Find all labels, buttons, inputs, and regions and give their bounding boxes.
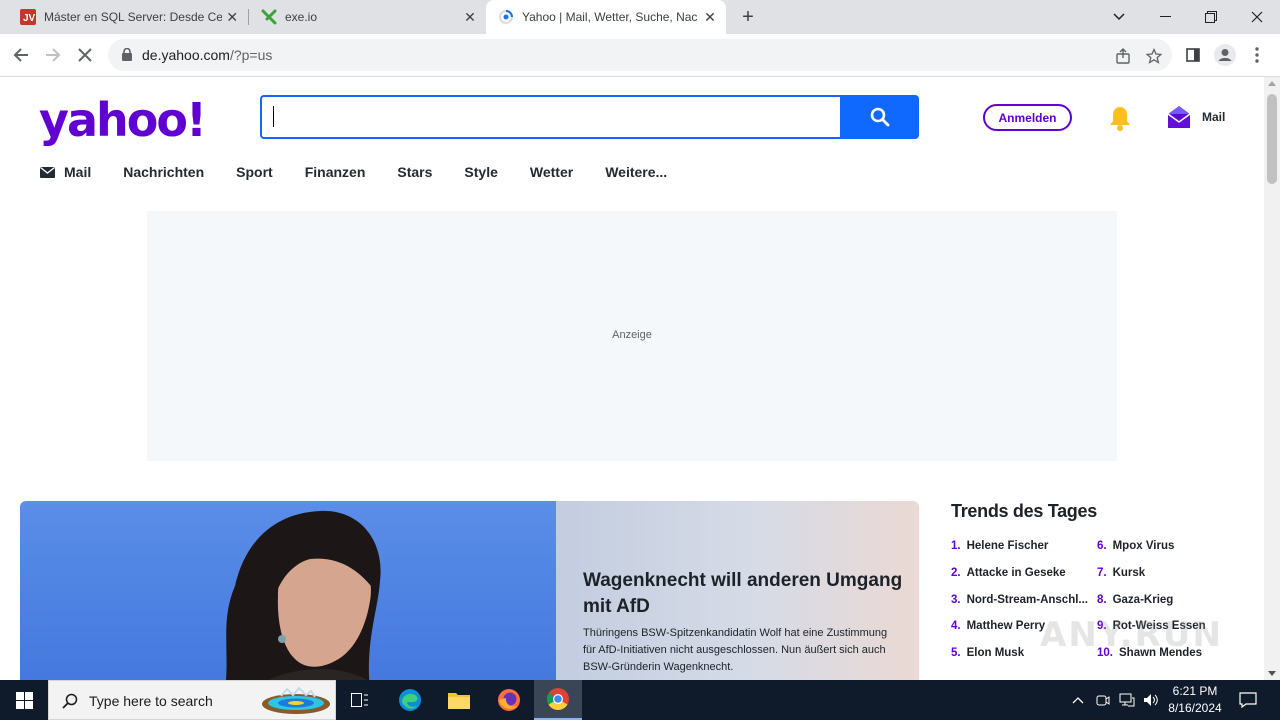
nav-item-wetter[interactable]: Wetter xyxy=(530,164,573,180)
tab-title: Máster en SQL Server: Desde Cer xyxy=(44,10,223,24)
hero-headline[interactable]: Wagenknecht will anderen Umgang mit AfD xyxy=(583,568,903,620)
browser-toolbar: de.yahoo.com/?p=us xyxy=(0,34,1280,77)
nav-item-nachrichten[interactable]: Nachrichten xyxy=(123,164,204,180)
nav-item-sport[interactable]: Sport xyxy=(236,164,273,180)
restore-button[interactable] xyxy=(1188,0,1234,34)
tab-strip: JV Máster en SQL Server: Desde Cer ✕ exe… xyxy=(0,0,1280,34)
meet-now-icon[interactable] xyxy=(1093,680,1113,720)
yahoo-logo[interactable]: yahoo! xyxy=(39,93,207,147)
taskbar-clock[interactable]: 6:21 PM 8/16/2024 xyxy=(1160,683,1230,717)
ad-placeholder[interactable]: Anzeige xyxy=(147,211,1117,461)
page-viewport: yahoo! Anmelden Mail Mail Nachrichten Sp… xyxy=(0,77,1264,680)
network-icon[interactable] xyxy=(1116,680,1138,720)
taskbar-search-placeholder: Type here to search xyxy=(89,693,213,709)
search-input[interactable] xyxy=(260,95,840,139)
nav-item-stars[interactable]: Stars xyxy=(397,164,432,180)
minimize-button[interactable] xyxy=(1142,0,1188,34)
url-path: /?p=us xyxy=(229,47,273,63)
trend-item[interactable]: 2. Attacke in Geseke xyxy=(951,567,1096,579)
task-view-icon[interactable] xyxy=(336,680,384,720)
url-text[interactable]: de.yahoo.com/?p=us xyxy=(142,47,272,63)
nav-item-finanzen[interactable]: Finanzen xyxy=(305,164,366,180)
trend-item[interactable]: 1. Helene Fischer xyxy=(951,540,1096,552)
clock-date: 8/16/2024 xyxy=(1168,701,1222,715)
close-tab-icon[interactable]: ✕ xyxy=(460,7,480,27)
trend-item[interactable]: 7. Kursk xyxy=(1097,567,1242,579)
notification-bell-icon[interactable] xyxy=(1106,104,1134,137)
signin-button[interactable]: Anmelden xyxy=(983,104,1072,131)
hero-image[interactable] xyxy=(20,501,556,680)
udemy-favicon-icon: JV xyxy=(20,9,36,25)
search-icon xyxy=(62,693,78,714)
close-tab-icon[interactable]: ✕ xyxy=(700,7,720,27)
taskbar-search-box[interactable]: Type here to search xyxy=(48,680,336,720)
side-panel-icon[interactable] xyxy=(1178,40,1208,70)
nav-label: Mail xyxy=(64,164,92,180)
exeio-favicon-icon xyxy=(261,9,277,25)
tab-title: Yahoo | Mail, Wetter, Suche, Nac xyxy=(522,10,698,24)
header-mail-label: Mail xyxy=(1202,110,1226,124)
notifications-icon[interactable] xyxy=(1234,680,1262,720)
profile-avatar-icon[interactable] xyxy=(1210,40,1240,70)
share-icon[interactable] xyxy=(1112,45,1134,67)
back-button[interactable] xyxy=(6,40,36,70)
text-caret xyxy=(273,106,274,127)
search-button[interactable] xyxy=(840,95,919,139)
trend-item[interactable]: 3. Nord-Stream-Anschl... xyxy=(951,594,1096,606)
clock-time: 6:21 PM xyxy=(1172,684,1218,698)
file-explorer-icon[interactable] xyxy=(435,680,483,720)
firefox-icon[interactable] xyxy=(485,680,533,720)
hero-text-panel: Wagenknecht will anderen Umgang mit AfD … xyxy=(556,501,919,680)
search-icon xyxy=(870,107,889,127)
tab-udemy[interactable]: JV Máster en SQL Server: Desde Cer ✕ xyxy=(8,0,248,34)
start-button[interactable] xyxy=(0,680,48,720)
header-mail-link[interactable]: Mail xyxy=(1166,104,1225,130)
trend-item[interactable]: 8. Gaza-Krieg xyxy=(1097,594,1242,606)
search-highlight-icon xyxy=(262,687,330,714)
tab-title: exe.io xyxy=(285,10,318,24)
loading-spinner-icon xyxy=(498,9,514,25)
close-tab-icon[interactable]: ✕ xyxy=(222,7,242,27)
tab-yahoo-active[interactable]: Yahoo | Mail, Wetter, Suche, Nac ✕ xyxy=(486,0,726,34)
scroll-down-arrow-icon[interactable] xyxy=(1268,671,1276,676)
show-hidden-icons-chevron-icon[interactable] xyxy=(1068,680,1088,720)
url-host: de.yahoo.com xyxy=(142,47,230,63)
main-nav: Mail Nachrichten Sport Finanzen Stars St… xyxy=(40,162,699,182)
scroll-up-arrow-icon[interactable] xyxy=(1268,81,1276,86)
edge-browser-icon[interactable] xyxy=(386,680,434,720)
trends-title: Trends des Tages xyxy=(951,501,1097,521)
windows-logo-icon xyxy=(15,691,33,709)
envelope-icon xyxy=(40,166,55,178)
anyrun-watermark: ANY.RUN xyxy=(1040,615,1223,655)
tab-exeio[interactable]: exe.io ✕ xyxy=(249,0,486,34)
nav-item-mail[interactable]: Mail xyxy=(40,164,91,180)
lock-icon[interactable] xyxy=(122,47,132,66)
close-window-button[interactable] xyxy=(1234,0,1280,34)
mail-envelope-icon xyxy=(1167,106,1191,128)
chrome-menu-icon[interactable] xyxy=(1242,40,1272,70)
page-scrollbar[interactable] xyxy=(1264,77,1280,680)
volume-icon[interactable] xyxy=(1140,680,1162,720)
nav-item-style[interactable]: Style xyxy=(464,164,497,180)
scroll-thumb[interactable] xyxy=(1267,94,1277,184)
ad-label: Anzeige xyxy=(612,329,652,341)
forward-button[interactable] xyxy=(38,40,68,70)
trend-item[interactable]: 6. Mpox Virus xyxy=(1097,540,1242,552)
address-bar[interactable]: de.yahoo.com/?p=us xyxy=(108,39,1172,71)
hero-summary: Thüringens BSW-Spitzenkandidatin Wolf ha… xyxy=(583,627,888,673)
bookmark-star-icon[interactable] xyxy=(1143,45,1165,67)
windows-taskbar: Type here to search 6:21 PM 8/16/2024 xyxy=(0,680,1280,720)
tab-search-chevron-icon[interactable] xyxy=(1096,0,1142,34)
search-bar xyxy=(260,95,919,139)
chrome-icon[interactable] xyxy=(534,680,582,720)
new-tab-button[interactable]: + xyxy=(736,5,760,29)
nav-item-weitere[interactable]: Weitere... xyxy=(605,164,667,180)
stop-loading-button[interactable] xyxy=(70,40,100,70)
trends-panel: Trends des Tages 1. Helene Fischer 2. Atta… xyxy=(951,501,1251,659)
hero-story[interactable]: Wagenknecht will anderen Umgang mit AfD … xyxy=(20,501,919,680)
svg-text:JV: JV xyxy=(23,13,36,24)
